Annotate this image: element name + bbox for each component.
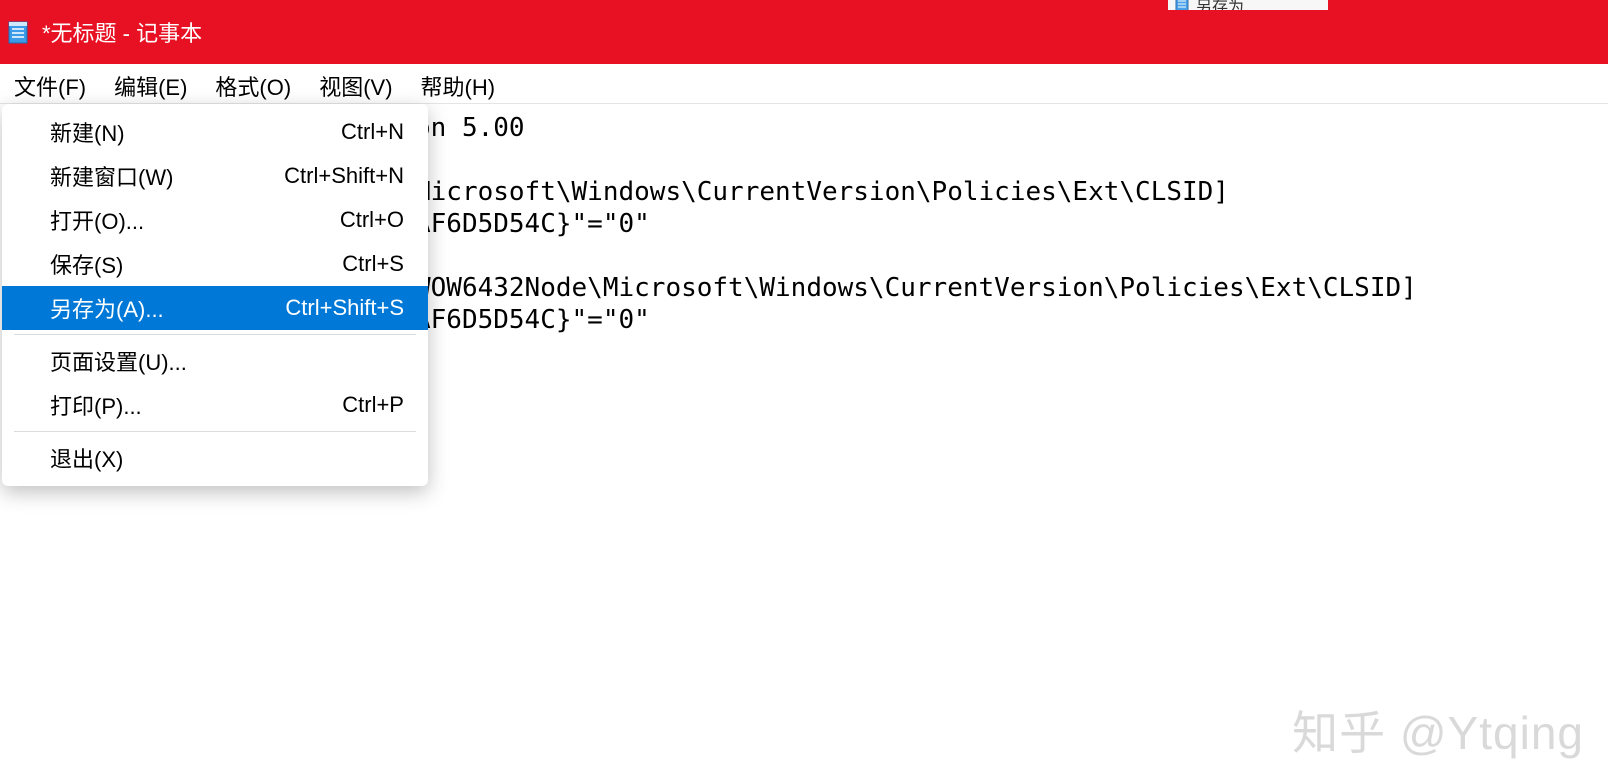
menu-item-new-window[interactable]: 新建窗口(W) Ctrl+Shift+N bbox=[2, 154, 428, 198]
menu-item-label: 退出(X) bbox=[50, 442, 123, 474]
menu-item-shortcut: Ctrl+S bbox=[342, 251, 404, 277]
menu-view[interactable]: 视图(V) bbox=[305, 66, 406, 106]
menu-item-print[interactable]: 打印(P)... Ctrl+P bbox=[2, 383, 428, 427]
menu-item-shortcut: Ctrl+O bbox=[340, 207, 404, 233]
menu-separator bbox=[14, 334, 416, 335]
notepad-icon-small bbox=[1174, 0, 1190, 10]
menu-item-label: 页面设置(U)... bbox=[50, 345, 187, 377]
menu-item-label: 保存(S) bbox=[50, 248, 123, 280]
background-window-label: 另存为 bbox=[1196, 0, 1244, 10]
window-title: *无标题 - 记事本 bbox=[42, 16, 202, 48]
menu-item-shortcut: Ctrl+N bbox=[341, 119, 404, 145]
notepad-icon bbox=[6, 18, 30, 46]
menu-item-shortcut: Ctrl+Shift+S bbox=[285, 295, 404, 321]
menu-item-save[interactable]: 保存(S) Ctrl+S bbox=[2, 242, 428, 286]
menubar: 文件(F) 编辑(E) 格式(O) 视图(V) 帮助(H) bbox=[0, 64, 1608, 104]
menu-item-label: 新建窗口(W) bbox=[50, 160, 173, 192]
background-window-fragment: 另存为 bbox=[1168, 0, 1328, 10]
menu-separator bbox=[14, 431, 416, 432]
file-menu-dropdown: 新建(N) Ctrl+N 新建窗口(W) Ctrl+Shift+N 打开(O).… bbox=[2, 104, 428, 486]
menu-format[interactable]: 格式(O) bbox=[201, 66, 305, 106]
menu-item-new[interactable]: 新建(N) Ctrl+N bbox=[2, 110, 428, 154]
menu-item-exit[interactable]: 退出(X) bbox=[2, 436, 428, 480]
menu-item-shortcut: Ctrl+Shift+N bbox=[284, 163, 404, 189]
menu-help[interactable]: 帮助(H) bbox=[407, 66, 510, 106]
menu-file[interactable]: 文件(F) bbox=[0, 66, 100, 106]
menu-item-open[interactable]: 打开(O)... Ctrl+O bbox=[2, 198, 428, 242]
menu-item-save-as[interactable]: 另存为(A)... Ctrl+Shift+S bbox=[2, 286, 428, 330]
titlebar[interactable]: *无标题 - 记事本 bbox=[0, 0, 1608, 64]
menu-item-page-setup[interactable]: 页面设置(U)... bbox=[2, 339, 428, 383]
menu-item-label: 打印(P)... bbox=[50, 389, 142, 421]
menu-item-label: 新建(N) bbox=[50, 116, 125, 148]
menu-item-label: 打开(O)... bbox=[50, 204, 144, 236]
menu-edit[interactable]: 编辑(E) bbox=[100, 66, 201, 106]
menu-item-label: 另存为(A)... bbox=[50, 292, 164, 324]
watermark: 知乎 @Ytqing bbox=[1292, 697, 1584, 763]
menu-item-shortcut: Ctrl+P bbox=[342, 392, 404, 418]
